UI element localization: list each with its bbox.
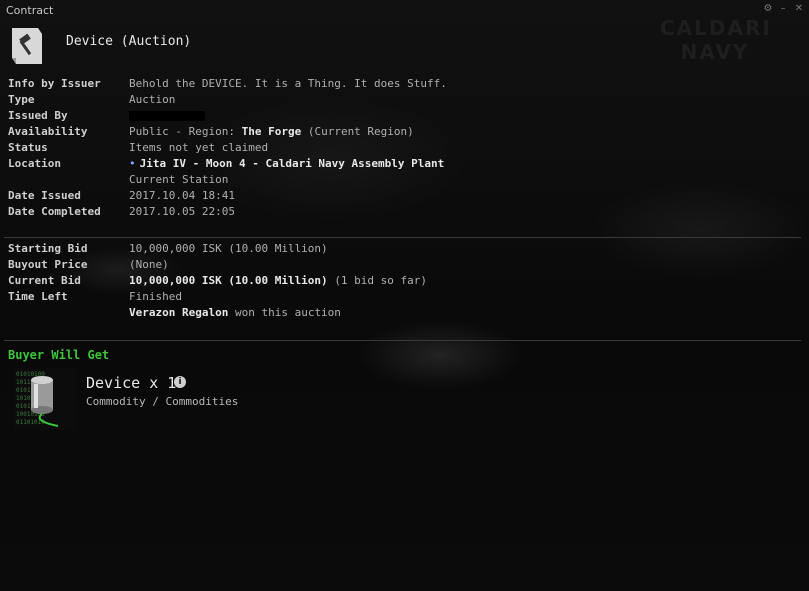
time-left-value: Finished [129, 290, 182, 303]
settings-icon[interactable]: ⚙ [761, 2, 775, 16]
status-value: Items not yet claimed [129, 141, 269, 154]
contract-title: Device (Auction) [66, 34, 192, 49]
starting-bid-label: Starting Bid [8, 242, 88, 255]
info-icon[interactable]: i [174, 376, 186, 388]
type-label: Type [8, 93, 35, 106]
location-link[interactable]: Jita IV - Moon 4 - Caldari Navy Assembly… [140, 157, 445, 170]
current-bid-value: 10,000,000 ISK (10.00 Million) (1 bid so… [129, 274, 428, 287]
issued-by-value[interactable] [129, 108, 205, 124]
divider [4, 340, 801, 341]
divider [4, 237, 801, 238]
security-status-dot: • [129, 157, 136, 170]
current-bid-label: Current Bid [8, 274, 81, 287]
buyer-will-get-heading: Buyer Will Get [8, 348, 110, 362]
redacted-name [129, 111, 205, 121]
issued-by-label: Issued By [8, 109, 68, 122]
date-completed-label: Date Completed [8, 205, 101, 218]
window-titlebar[interactable]: Contract ⚙ – ✕ [0, 0, 809, 20]
time-left-label: Time Left [8, 290, 68, 303]
region-link[interactable]: The Forge [242, 125, 302, 138]
type-value: Auction [129, 93, 176, 106]
availability-label: Availability [8, 125, 88, 138]
starting-bid-value: 10,000,000 ISK (10.00 Million) [129, 242, 328, 255]
window-title: Contract [6, 4, 54, 17]
location-value[interactable]: • Jita IV - Moon 4 - Caldari Navy Assembl… [129, 156, 444, 172]
buyout-price-value: (None) [129, 258, 169, 271]
device-item-icon[interactable]: 01010100 10110101 01011010 10100101 0101… [14, 368, 76, 430]
availability-value: Public - Region: The Forge (Current Regi… [129, 125, 414, 138]
date-issued-label: Date Issued [8, 189, 81, 202]
status-label: Status [8, 141, 48, 154]
date-issued-value: 2017.10.04 18:41 [129, 189, 235, 202]
background-corp-logo: CALDARI NAVY [660, 16, 772, 64]
date-completed-value: 2017.10.05 22:05 [129, 205, 235, 218]
winner-name-link[interactable]: Verazon Regalon [129, 306, 228, 319]
close-icon[interactable]: ✕ [792, 2, 806, 16]
info-by-issuer-value: Behold the DEVICE. It is a Thing. It doe… [129, 77, 447, 90]
location-sub-value: Current Station [129, 173, 229, 186]
minimize-icon[interactable]: – [776, 2, 790, 16]
auction-contract-icon [12, 28, 42, 64]
buyout-price-label: Buyout Price [8, 258, 88, 271]
info-by-issuer-label: Info by Issuer [8, 77, 101, 90]
item-category: Commodity / Commodities [86, 395, 239, 408]
location-label: Location [8, 157, 61, 170]
winner-text: Verazon Regalon won this auction [129, 306, 341, 319]
item-name: Device x 1 [86, 374, 177, 392]
